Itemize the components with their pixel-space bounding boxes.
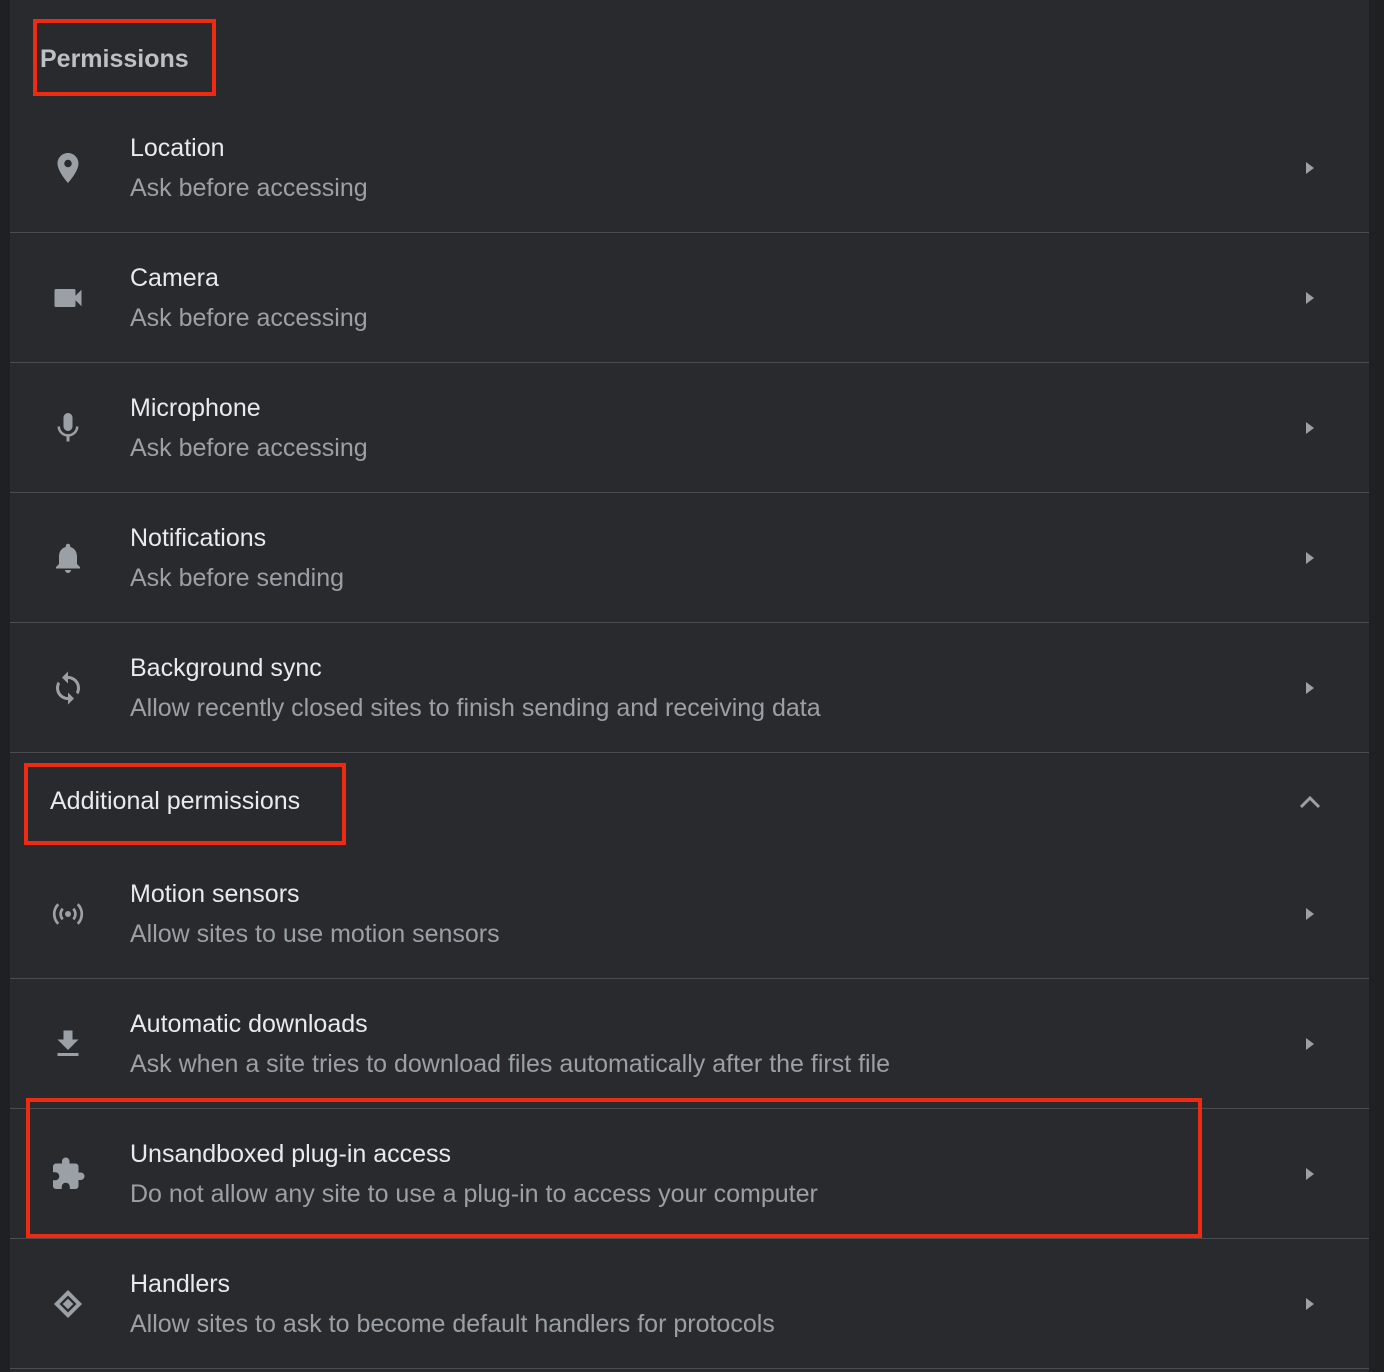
download-icon (50, 1026, 86, 1062)
row-subtitle: Allow sites to ask to become default han… (130, 1310, 775, 1338)
handler-icon (50, 1286, 86, 1322)
row-title: Handlers (130, 1270, 231, 1298)
row-title: Notifications (130, 524, 267, 552)
row-title: Automatic downloads (130, 1010, 368, 1038)
row-title: Unsandboxed plug-in access (130, 1140, 452, 1168)
permission-row-background-sync[interactable]: Background sync Allow recently closed si… (10, 623, 1369, 753)
row-subtitle: Ask when a site tries to download files … (130, 1050, 891, 1078)
permission-row-motion-sensors[interactable]: Motion sensors Allow sites to use motion… (10, 849, 1369, 979)
sensors-icon (50, 896, 86, 932)
row-title: Location (130, 134, 225, 162)
camera-icon (50, 280, 86, 316)
row-subtitle: Allow sites to use motion sensors (130, 920, 500, 948)
permission-row-handlers[interactable]: Handlers Allow sites to ask to become de… (10, 1239, 1369, 1369)
row-title: Motion sensors (130, 880, 300, 908)
bell-icon (50, 540, 86, 576)
chevron-right-icon[interactable] (1300, 1034, 1320, 1054)
additional-permissions-title: Additional permissions (50, 787, 301, 815)
permission-row-camera[interactable]: Camera Ask before accessing (10, 233, 1369, 363)
chevron-right-icon[interactable] (1300, 904, 1320, 924)
chevron-right-icon[interactable] (1300, 548, 1320, 568)
row-subtitle: Allow recently closed sites to finish se… (130, 694, 821, 722)
row-subtitle: Ask before sending (130, 564, 345, 592)
row-subtitle: Ask before accessing (130, 174, 368, 202)
chevron-right-icon[interactable] (1300, 678, 1320, 698)
row-title: Camera (130, 264, 219, 292)
permission-row-microphone[interactable]: Microphone Ask before accessing (10, 363, 1369, 493)
chevron-right-icon[interactable] (1300, 1164, 1320, 1184)
row-title: Microphone (130, 394, 261, 422)
row-subtitle: Ask before accessing (130, 434, 368, 462)
chevron-right-icon[interactable] (1300, 288, 1320, 308)
chevron-right-icon[interactable] (1300, 418, 1320, 438)
row-subtitle: Do not allow any site to use a plug-in t… (130, 1180, 818, 1208)
permission-row-unsandboxed-plugin[interactable]: Unsandboxed plug-in access Do not allow … (10, 1109, 1369, 1239)
chevron-up-icon[interactable] (1290, 783, 1330, 823)
chevron-right-icon[interactable] (1300, 1294, 1320, 1314)
puzzle-icon (50, 1156, 86, 1192)
permission-row-location[interactable]: Location Ask before accessing (10, 103, 1369, 233)
microphone-icon (50, 410, 86, 446)
chevron-right-icon[interactable] (1300, 158, 1320, 178)
permission-row-notifications[interactable]: Notifications Ask before sending (10, 493, 1369, 623)
location-pin-icon (50, 150, 86, 186)
permission-row-automatic-downloads[interactable]: Automatic downloads Ask when a site trie… (10, 979, 1369, 1109)
sync-icon (50, 670, 86, 706)
row-subtitle: Ask before accessing (130, 304, 368, 332)
row-title: Background sync (130, 654, 322, 682)
permissions-section-title: Permissions (40, 45, 189, 73)
